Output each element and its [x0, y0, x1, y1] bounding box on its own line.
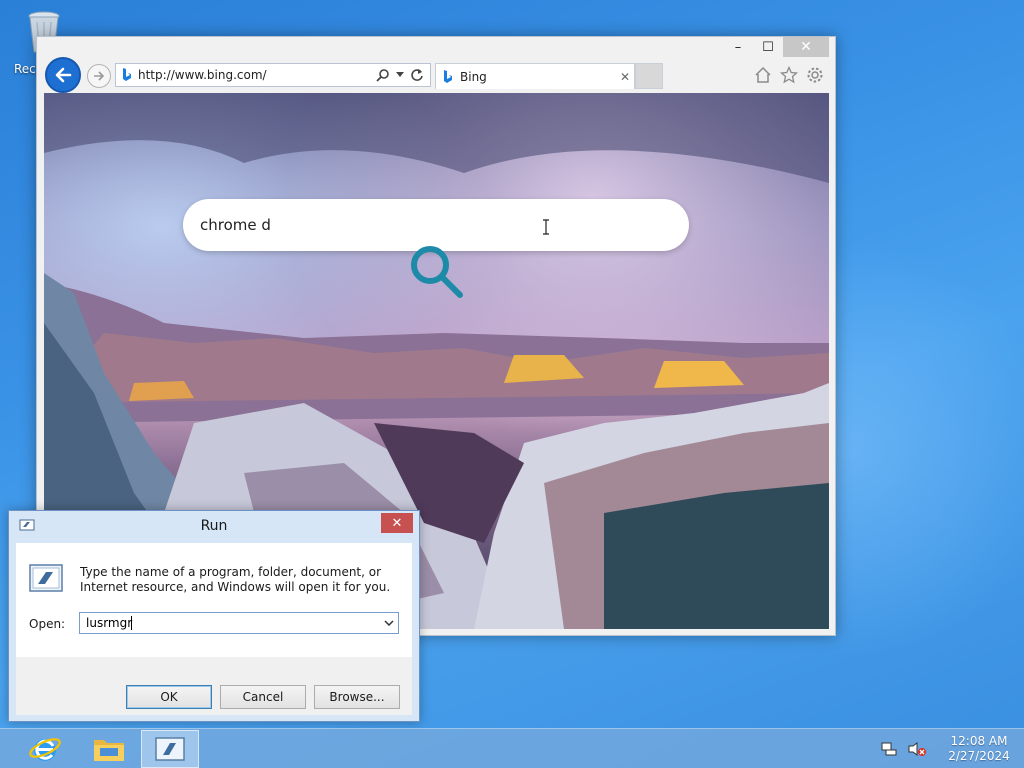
bing-favicon-icon: [116, 68, 138, 82]
taskbar: 12:08 AM 2/27/2024: [0, 728, 1024, 768]
system-clock[interactable]: 12:08 AM 2/27/2024: [934, 734, 1024, 764]
taskbar-run[interactable]: [141, 730, 199, 768]
clock-time: 12:08 AM: [950, 734, 1008, 748]
network-icon[interactable]: [878, 738, 900, 760]
system-tray: 12:08 AM 2/27/2024: [878, 729, 1024, 768]
run-close-button[interactable]: ✕: [381, 513, 413, 533]
run-upper-panel: Type the name of a program, folder, docu…: [16, 543, 412, 657]
forward-button[interactable]: [87, 64, 111, 88]
volume-muted-icon[interactable]: [906, 738, 928, 760]
browse-button[interactable]: Browse...: [314, 685, 400, 709]
minimize-button[interactable]: –: [723, 37, 753, 57]
tab-bing[interactable]: Bing ✕: [435, 63, 635, 89]
refresh-icon[interactable]: [410, 68, 424, 82]
open-combobox[interactable]: lusrmgr: [79, 612, 399, 634]
tab-title: Bing: [460, 69, 487, 84]
run-description: Type the name of a program, folder, docu…: [80, 565, 391, 594]
file-explorer-icon: [94, 740, 124, 761]
open-input[interactable]: lusrmgr: [80, 616, 380, 631]
search-query-text[interactable]: chrome d: [200, 216, 271, 234]
clock-date: 2/27/2024: [948, 749, 1010, 763]
taskbar-internet-explorer[interactable]: [16, 730, 74, 768]
text-caret: [131, 616, 133, 631]
address-bar[interactable]: http://www.bing.com/: [115, 63, 431, 87]
run-dialog: Run ✕ Type the name of a program, folder…: [8, 510, 420, 722]
favorites-star-icon[interactable]: [779, 65, 799, 85]
address-url[interactable]: http://www.bing.com/: [138, 68, 376, 82]
run-small-icon: [19, 519, 35, 531]
navigation-bar: http://www.bing.com/ Bing ✕: [37, 57, 837, 93]
text-cursor-icon: [543, 219, 549, 235]
home-icon[interactable]: [753, 65, 773, 85]
gear-icon[interactable]: [805, 65, 825, 85]
back-button[interactable]: [45, 57, 81, 93]
new-tab-button[interactable]: [635, 63, 663, 89]
open-input-value: lusrmgr: [86, 615, 133, 630]
run-title-bar[interactable]: Run: [9, 511, 419, 541]
internet-explorer-icon: [29, 738, 61, 761]
back-arrow-icon: [55, 67, 72, 83]
close-button[interactable]: ✕: [783, 37, 829, 57]
search-magnifier-icon[interactable]: [408, 243, 466, 301]
cancel-button[interactable]: Cancel: [220, 685, 306, 709]
tab-close-button[interactable]: ✕: [616, 70, 634, 84]
run-title: Run: [200, 518, 228, 534]
bing-tab-icon: [436, 69, 460, 84]
ok-button[interactable]: OK: [126, 685, 212, 709]
maximize-button[interactable]: ☐: [753, 37, 783, 57]
run-icon: [155, 737, 185, 761]
open-label: Open:: [29, 617, 66, 631]
run-program-icon: [29, 564, 63, 592]
search-icon[interactable]: [376, 68, 390, 82]
window-caption-buttons: – ☐ ✕: [723, 37, 829, 59]
browser-toolbar-right: [753, 65, 825, 85]
dropdown-arrow-icon[interactable]: [396, 72, 404, 78]
chevron-down-icon[interactable]: [380, 620, 398, 626]
run-body: Type the name of a program, folder, docu…: [16, 543, 412, 715]
forward-arrow-icon: [94, 71, 105, 81]
taskbar-file-explorer[interactable]: [80, 730, 138, 768]
